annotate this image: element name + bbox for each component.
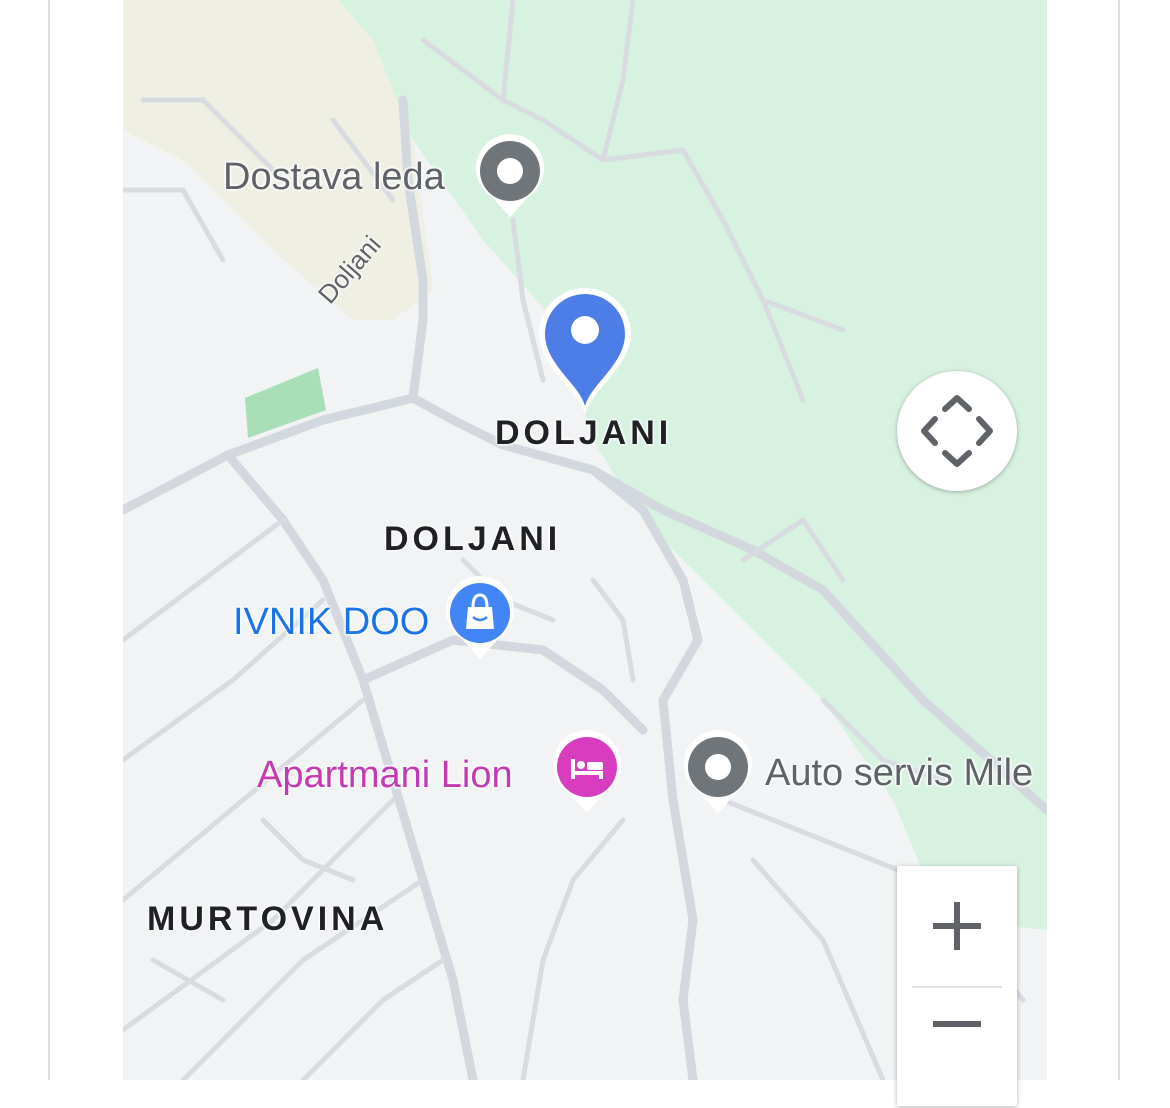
zoom-controls	[897, 866, 1017, 1106]
zoom-in-button[interactable]	[897, 866, 1017, 986]
pan-control-button[interactable]	[897, 371, 1017, 491]
left-frame-border	[48, 0, 50, 1080]
area-label-murtovina: MURTOVINA	[147, 900, 389, 938]
area-label-doljani-main: DOLJANI	[495, 414, 673, 452]
location-dot-icon[interactable]	[680, 729, 756, 815]
plus-icon	[933, 902, 981, 950]
bed-icon[interactable]	[549, 729, 625, 815]
poi-label-apartmani-lion[interactable]: Apartmani Lion	[257, 756, 513, 794]
right-frame-border	[1118, 0, 1120, 1080]
location-dot-icon[interactable]	[472, 133, 548, 219]
move-arrows-icon	[921, 395, 993, 467]
shopping-bag-icon[interactable]	[442, 575, 518, 661]
minus-icon	[933, 1021, 981, 1027]
poi-label-dostava-leda[interactable]: Dostava leda	[223, 158, 445, 196]
location-pin-icon[interactable]	[533, 278, 637, 418]
poi-label-ivnik-doo[interactable]: IVNIK DOO	[233, 603, 429, 641]
area-label-doljani-second: DOLJANI	[384, 520, 562, 558]
zoom-out-button[interactable]	[897, 988, 1017, 1108]
poi-label-auto-servis-mile[interactable]: Auto servis Mile	[765, 754, 1033, 792]
